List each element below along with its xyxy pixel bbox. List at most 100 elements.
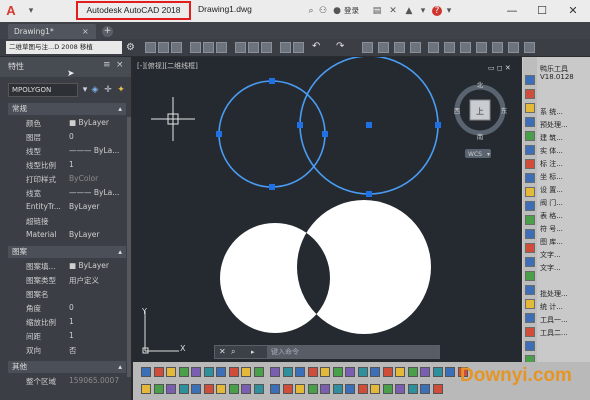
bottom-tool-icon[interactable] (307, 367, 318, 377)
markup-icon[interactable] (492, 42, 503, 53)
command-close-icon[interactable]: ✕ (219, 347, 226, 356)
row-value[interactable]: 0 (69, 303, 74, 312)
bottom-tool-icon[interactable] (141, 384, 151, 394)
tab-close-icon[interactable]: × (82, 24, 89, 39)
zoom-previous-icon[interactable] (410, 42, 421, 53)
bottom-tool-icon[interactable] (241, 384, 251, 394)
tool-menu-item[interactable]: 表 格... (540, 211, 563, 221)
tool-menu-item[interactable]: 预处理... (540, 120, 568, 130)
calculator-icon[interactable] (508, 42, 519, 53)
tool-icon[interactable] (525, 145, 535, 155)
login-button[interactable]: 登录 (344, 5, 359, 16)
tool-icon[interactable] (525, 131, 535, 141)
row-value[interactable]: 0 (69, 132, 74, 141)
properties-scrollbar[interactable] (127, 117, 131, 377)
toggle-pickadd-icon[interactable]: ◈ (90, 85, 100, 95)
bottom-tool-icon[interactable] (282, 384, 293, 394)
pan-icon[interactable] (362, 42, 373, 53)
tool-menu-item[interactable]: 坐 标... (540, 172, 563, 182)
copy-icon[interactable] (248, 42, 259, 53)
row-value[interactable]: 1 (69, 331, 74, 340)
bottom-tool-icon[interactable] (191, 384, 201, 394)
design-center-icon[interactable] (444, 42, 455, 53)
bottom-tool-icon[interactable] (153, 367, 164, 377)
tool-menu-item[interactable]: 设 置... (540, 185, 563, 195)
preview-icon[interactable] (203, 42, 214, 53)
bottom-tool-icon[interactable] (178, 367, 189, 377)
paste-icon[interactable] (261, 42, 272, 53)
print-icon[interactable] (190, 42, 201, 53)
user-icon[interactable]: ● (332, 6, 342, 16)
row-value[interactable]: ■ ByLayer (69, 118, 109, 127)
bottom-tool-icon[interactable] (420, 367, 430, 377)
command-input[interactable]: 键入命令 (267, 346, 439, 358)
row-value[interactable]: ByLayer (69, 202, 100, 211)
tool-menu-item[interactable]: 统 计... (540, 302, 563, 312)
cut-icon[interactable] (235, 42, 246, 53)
help-toolbar-icon[interactable] (524, 42, 535, 53)
drawing-svg[interactable]: 上 北 南 西 东 WCS ▾ Y X (133, 57, 521, 373)
object-dropdown-icon[interactable]: ▾ (80, 85, 90, 95)
row-value[interactable]: 1 (69, 317, 74, 326)
dropdown-icon[interactable]: ▾ (418, 6, 428, 16)
tool-menu-item[interactable]: 建 筑... (540, 133, 563, 143)
tool-icon[interactable] (525, 243, 535, 253)
bottom-tool-icon[interactable] (370, 367, 380, 377)
bottom-tool-icon[interactable] (407, 367, 418, 377)
row-value[interactable]: 用户定义 (69, 275, 99, 286)
tool-menu-item[interactable]: 批处理... (540, 289, 568, 299)
bottom-tool-icon[interactable] (203, 367, 214, 377)
minimize-button[interactable]: — (497, 0, 527, 22)
command-search-icon[interactable]: ⌕ (231, 347, 235, 357)
bottom-tool-icon[interactable] (382, 367, 393, 377)
bottom-tool-icon[interactable] (295, 367, 305, 377)
settings-gear-icon[interactable]: ⚙ (126, 42, 135, 53)
exchange-icon[interactable]: ✕ (388, 6, 398, 16)
tool-icon[interactable] (525, 201, 535, 211)
section-misc[interactable]: 其他 ▴ (8, 361, 126, 373)
row-value[interactable]: ——— ByLa... (69, 188, 119, 197)
bottom-tool-icon[interactable] (307, 384, 318, 394)
open-icon[interactable] (145, 42, 156, 53)
bottom-tool-icon[interactable] (445, 367, 455, 377)
tool-icon[interactable] (525, 229, 535, 239)
drawing-canvas[interactable]: [-][俯视][二维线框] ▭ ◻ ✕ 上 北 南 西 东 WCS ▾ Y X … (133, 57, 521, 373)
tool-icon[interactable] (525, 215, 535, 225)
bottom-tool-icon[interactable] (228, 384, 239, 394)
command-prompt-icon[interactable]: ▸ (251, 348, 255, 356)
bottom-tool-icon[interactable] (270, 367, 280, 377)
bottom-tool-icon[interactable] (332, 367, 343, 377)
section-pattern[interactable]: 图案 ▴ (8, 246, 126, 258)
new-tab-button[interactable]: + (102, 26, 113, 37)
tool-menu-item[interactable]: 系 统... (540, 107, 563, 117)
bottom-tool-icon[interactable] (432, 384, 443, 394)
row-value[interactable]: ByLayer (69, 230, 100, 239)
cart-icon[interactable]: ▤ (372, 6, 382, 16)
bottom-tool-icon[interactable] (216, 367, 226, 377)
row-value[interactable]: ——— ByLa... (69, 146, 119, 155)
section-general[interactable]: 常规 ▴ (8, 103, 126, 115)
zoom-window-icon[interactable] (394, 42, 405, 53)
workspace-select[interactable]: 二维草图与注...D 2008 移植 (6, 41, 122, 54)
tool-icon[interactable] (525, 103, 535, 113)
bottom-tool-icon[interactable] (295, 384, 305, 394)
tool-icon[interactable] (525, 327, 535, 337)
save-icon[interactable] (171, 42, 182, 53)
bottom-tool-icon[interactable] (253, 367, 264, 377)
bottom-tool-icon[interactable] (203, 384, 214, 394)
properties-icon[interactable] (428, 42, 439, 53)
tool-menu-item[interactable]: 文字... (540, 263, 561, 273)
bottom-tool-icon[interactable] (357, 367, 368, 377)
bottom-tool-icon[interactable] (153, 384, 164, 394)
help-icon[interactable]: ? (432, 6, 442, 16)
binoculars-icon[interactable]: ⚇ (318, 6, 328, 16)
new-icon[interactable] (158, 42, 169, 53)
block-editor-icon[interactable] (293, 42, 304, 53)
bottom-tool-icon[interactable] (420, 384, 430, 394)
tool-menu-item[interactable]: 阀 门... (540, 198, 563, 208)
tool-icon[interactable] (525, 285, 535, 295)
autocad-logo-icon[interactable]: A (2, 2, 20, 20)
tool-icon[interactable] (525, 89, 535, 99)
tool-menu-item[interactable]: 工具一... (540, 315, 568, 325)
tool-menu-item[interactable]: 标 注... (540, 159, 563, 169)
